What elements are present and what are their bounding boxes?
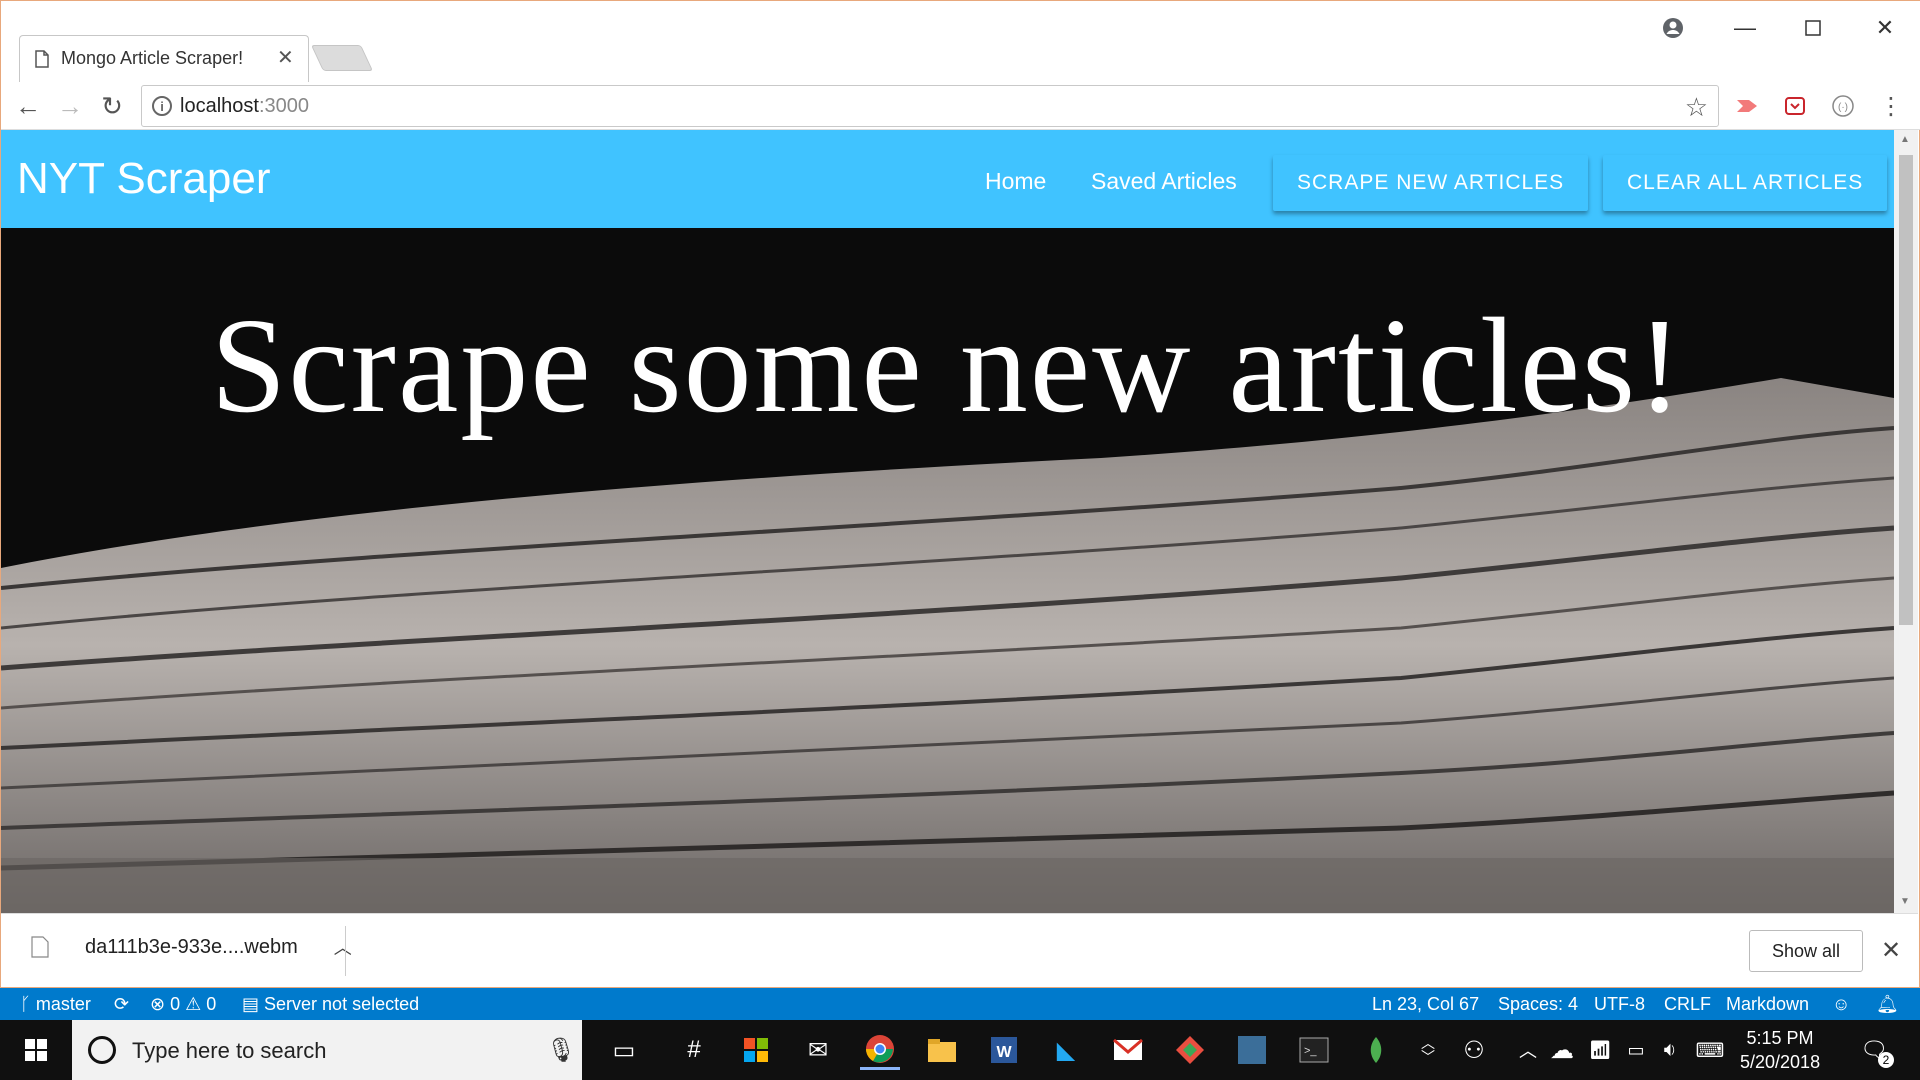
chevron-up-icon[interactable]: ︿ xyxy=(334,934,352,960)
notification-bell-icon[interactable]: 🔔︎ xyxy=(1876,994,1899,1015)
word-icon[interactable]: W xyxy=(984,1030,1024,1070)
cast-extension-icon[interactable] xyxy=(1733,92,1761,120)
hero-title: Scrape some new articles! xyxy=(210,291,1685,441)
page-scrollbar[interactable]: ▲ ▼ xyxy=(1894,130,1918,913)
windows-taskbar: Type here to search 🎙︎ ▭ # ✉ W ◣ >_ ︿ ﹀ ⚇… xyxy=(0,1020,1920,1080)
page-viewport: NYT Scraper Home Saved Articles SCRAPE N… xyxy=(1,130,1894,913)
terminal-icon[interactable]: >_ xyxy=(1294,1030,1334,1070)
search-placeholder: Type here to search xyxy=(132,1038,327,1063)
site-navbar: NYT Scraper Home Saved Articles SCRAPE N… xyxy=(1,130,1894,228)
title-bar: Mongo Article Scraper! ✕ — ✕ xyxy=(1,1,1920,82)
forward-icon[interactable]: → xyxy=(53,90,87,122)
svg-text:(·): (·) xyxy=(1838,102,1848,113)
warning-icon: ⚠ xyxy=(185,994,202,1014)
taskbar-search[interactable]: Type here to search 🎙︎ xyxy=(72,1020,582,1080)
close-window-icon[interactable]: ✕ xyxy=(1865,13,1905,43)
tab-content: Mongo Article Scraper! xyxy=(35,35,243,82)
nav-home-link[interactable]: Home xyxy=(985,168,1046,195)
brand-logo[interactable]: NYT Scraper xyxy=(17,154,271,204)
scrape-new-articles-button[interactable]: SCRAPE NEW ARTICLES xyxy=(1273,155,1589,211)
browser-toolbar: ← → ↻ i localhost:3000 ☆ (·) ⋮ xyxy=(1,82,1920,130)
scroll-down-icon[interactable]: ▼ xyxy=(1900,896,1910,907)
robo3t-icon[interactable] xyxy=(1356,1030,1396,1070)
file-explorer-icon[interactable] xyxy=(922,1030,962,1070)
svg-text:W: W xyxy=(996,1044,1012,1061)
task-view-icon[interactable]: ▭ xyxy=(604,1030,644,1070)
gmail-icon[interactable] xyxy=(1108,1030,1148,1070)
maximize-icon[interactable] xyxy=(1793,13,1833,43)
divider xyxy=(345,926,346,976)
minimize-icon[interactable]: — xyxy=(1725,13,1765,43)
clear-all-articles-button[interactable]: CLEAR ALL ARTICLES xyxy=(1603,155,1888,211)
pocket-extension-icon[interactable] xyxy=(1781,92,1809,120)
menu-kebab-icon[interactable]: ⋮ xyxy=(1877,92,1905,120)
server-status[interactable]: ▤ Server not selected xyxy=(242,994,419,1015)
action-center-icon[interactable]: 🗨︎ 2 xyxy=(1854,1030,1894,1070)
clock-date: 5/20/2018 xyxy=(1740,1052,1821,1072)
eol-setting[interactable]: CRLF xyxy=(1664,994,1711,1015)
windows-start-icon[interactable] xyxy=(16,1030,56,1070)
back-icon[interactable]: ← xyxy=(11,90,45,122)
tab-title: Mongo Article Scraper! xyxy=(61,48,244,68)
chrome-icon[interactable] xyxy=(860,1030,900,1070)
vscode-icon[interactable]: ◣ xyxy=(1046,1030,1086,1070)
download-filename: da111b3e-933e....webm xyxy=(85,935,298,958)
store-icon[interactable] xyxy=(736,1030,776,1070)
feedback-smiley-icon[interactable]: ☺ xyxy=(1832,994,1850,1015)
wifi-icon[interactable]: 📶︎ xyxy=(1580,1030,1620,1070)
server-icon: ▤ xyxy=(242,994,260,1014)
gitkraken-icon[interactable] xyxy=(1170,1030,1210,1070)
cursor-position[interactable]: Ln 23, Col 67 xyxy=(1372,994,1479,1015)
profile-icon[interactable] xyxy=(1653,13,1693,43)
scroll-up-icon[interactable]: ▲ xyxy=(1900,134,1910,145)
encoding-setting[interactable]: UTF-8 xyxy=(1594,994,1645,1015)
indent-setting[interactable]: Spaces: 4 xyxy=(1498,994,1578,1015)
volume-icon[interactable]: 🔉︎ xyxy=(1650,1030,1690,1070)
system-clock[interactable]: 5:15 PM 5/20/2018 xyxy=(1740,1026,1820,1074)
hero-banner: Scrape some new articles! xyxy=(1,228,1894,913)
mail-icon[interactable]: ✉ xyxy=(798,1030,838,1070)
onedrive-icon[interactable]: ☁ xyxy=(1542,1030,1582,1070)
branch-indicator[interactable]: ᚴ master xyxy=(20,994,91,1015)
tab-close-icon[interactable]: ✕ xyxy=(277,45,294,70)
notification-count: 2 xyxy=(1878,1052,1894,1068)
extension-icon[interactable]: (·) xyxy=(1829,92,1857,120)
taskbar-scroll-icon[interactable]: ︿ ﹀ xyxy=(1408,1030,1448,1070)
scroll-thumb[interactable] xyxy=(1899,155,1913,625)
mysql-workbench-icon[interactable] xyxy=(1232,1030,1272,1070)
language-mode[interactable]: Markdown xyxy=(1726,994,1809,1015)
download-item[interactable]: da111b3e-933e....webm ︿ xyxy=(31,934,352,960)
microphone-icon[interactable]: 🎙︎ xyxy=(546,1036,576,1065)
people-icon[interactable]: ⚇ xyxy=(1454,1030,1494,1070)
git-branch-icon: ᚴ xyxy=(20,994,31,1014)
page-icon xyxy=(35,49,49,68)
close-download-bar-icon[interactable]: ✕ xyxy=(1881,936,1901,965)
bookmark-star-icon[interactable]: ☆ xyxy=(1685,92,1708,123)
new-tab-button[interactable] xyxy=(310,45,374,71)
show-all-button[interactable]: Show all xyxy=(1749,930,1863,972)
vscode-status-bar: ᚴ master ⟳ ⊗ 0 ⚠ 0 ▤ Server not selected… xyxy=(0,988,1920,1020)
url-text[interactable]: localhost:3000 xyxy=(180,95,309,118)
download-bar: da111b3e-933e....webm ︿ Show all ✕ xyxy=(1,913,1918,987)
slack-icon[interactable]: # xyxy=(674,1030,714,1070)
nav-saved-articles-link[interactable]: Saved Articles xyxy=(1091,168,1237,195)
sync-icon[interactable]: ⟳ xyxy=(114,994,129,1015)
clock-time: 5:15 PM xyxy=(1746,1028,1814,1048)
svg-text:>_: >_ xyxy=(1304,1045,1317,1057)
reload-icon[interactable]: ↻ xyxy=(95,90,129,122)
cortana-icon xyxy=(88,1036,116,1064)
info-icon[interactable]: i xyxy=(152,96,172,116)
keyboard-icon[interactable]: ⌨ xyxy=(1690,1030,1730,1070)
file-icon xyxy=(31,936,49,958)
error-icon: ⊗ xyxy=(150,994,166,1014)
problems-indicator[interactable]: ⊗ 0 ⚠ 0 xyxy=(150,994,216,1015)
address-bar[interactable]: i localhost:3000 ☆ xyxy=(141,85,1719,127)
